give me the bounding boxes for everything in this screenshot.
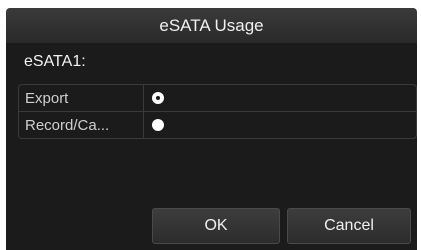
option-value-record — [144, 112, 416, 138]
option-label-record: Record/Ca... — [19, 112, 144, 138]
dialog-titlebar: eSATA Usage — [6, 8, 417, 43]
usage-option-table: Export Record/Ca... — [18, 84, 417, 139]
esata-usage-dialog: eSATA Usage eSATA1: Export Record/Ca... … — [0, 0, 421, 250]
ok-button[interactable]: OK — [152, 208, 280, 244]
dialog-title: eSATA Usage — [159, 15, 264, 35]
option-label-export: Export — [19, 85, 144, 111]
cancel-button[interactable]: Cancel — [287, 208, 411, 244]
option-value-export — [144, 85, 416, 111]
esata-section-label: eSATA1: — [24, 53, 86, 70]
option-row-record[interactable]: Record/Ca... — [19, 112, 416, 138]
option-row-export[interactable]: Export — [19, 85, 416, 112]
export-radio[interactable] — [152, 92, 164, 104]
record-radio[interactable] — [152, 119, 164, 131]
